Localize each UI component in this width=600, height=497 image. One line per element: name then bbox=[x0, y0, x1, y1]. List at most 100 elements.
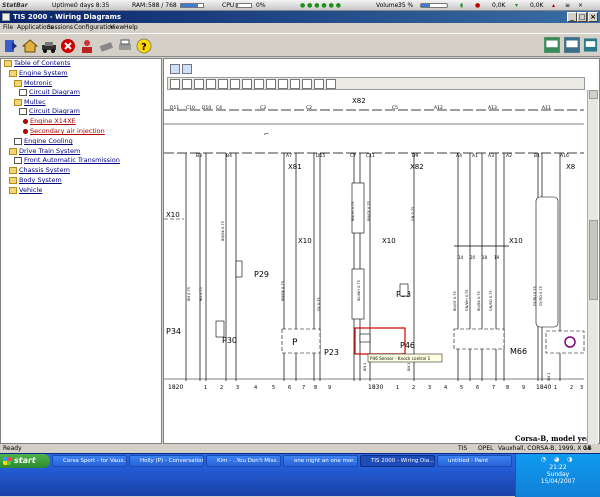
user-icon[interactable] bbox=[79, 38, 95, 54]
pin-label: A16 bbox=[560, 153, 569, 159]
undo-icon[interactable] bbox=[266, 79, 276, 89]
pin-label: C11 bbox=[366, 153, 375, 159]
menu-configuration[interactable]: Configuration bbox=[74, 23, 115, 33]
wire-label: BU 0.75 bbox=[199, 287, 203, 301]
maximize-button[interactable]: □ bbox=[577, 12, 587, 22]
minimize-button[interactable]: _ bbox=[567, 12, 577, 22]
statbar-logo: StatBar bbox=[2, 2, 28, 9]
statbar-close-icon[interactable]: × bbox=[578, 0, 583, 11]
vertical-scroll-thumb[interactable] bbox=[589, 220, 598, 300]
tree-item-label: Drive Train System bbox=[19, 147, 81, 155]
grid-number: 3 bbox=[236, 385, 239, 391]
tree-item[interactable]: Motronic bbox=[14, 79, 52, 88]
sensor-symbol bbox=[235, 260, 243, 278]
tree-item[interactable]: Table of Contents bbox=[4, 59, 70, 68]
app-icon bbox=[2, 13, 10, 21]
zoom-fit-icon[interactable] bbox=[218, 79, 228, 89]
menu-sessions[interactable]: Sessions bbox=[47, 23, 73, 33]
tree-item[interactable]: Engine X14XE bbox=[23, 117, 76, 126]
menu-view[interactable]: View bbox=[110, 23, 124, 33]
mute-icon[interactable]: ● bbox=[475, 0, 480, 11]
module-icon-3[interactable] bbox=[583, 36, 598, 54]
taskbar: start Corsa Sport - for Vaux... Holly (P)… bbox=[0, 453, 600, 497]
menu-icon[interactable]: ≡ bbox=[565, 0, 570, 11]
tree-item[interactable]: Engine System bbox=[9, 69, 68, 78]
tree-item[interactable]: Chassis System bbox=[9, 166, 70, 175]
stop-icon[interactable] bbox=[60, 38, 76, 54]
tree-item[interactable]: Vehicle bbox=[9, 186, 42, 195]
wire-label: BN/BK 0.75 bbox=[221, 221, 225, 241]
tools-icon[interactable] bbox=[98, 38, 114, 54]
volume-slider[interactable] bbox=[420, 3, 448, 8]
zoom-in-icon[interactable] bbox=[182, 79, 192, 89]
vertical-scrollbar[interactable] bbox=[587, 90, 598, 444]
home-icon[interactable] bbox=[22, 38, 38, 54]
connector-label: X10 bbox=[166, 211, 180, 219]
car-icon[interactable] bbox=[41, 38, 57, 54]
back-icon[interactable] bbox=[170, 64, 180, 74]
connector-label: X10 bbox=[382, 237, 396, 245]
clock-date: 15/04/2007 bbox=[540, 478, 576, 485]
taskbar-button[interactable]: Corsa Sport - for Vaux... bbox=[52, 455, 127, 467]
rotate-right-icon[interactable] bbox=[254, 79, 264, 89]
close-button[interactable]: × bbox=[588, 12, 598, 22]
exit-icon[interactable] bbox=[3, 38, 19, 54]
wire-label: GN 0.75 bbox=[411, 207, 415, 221]
clock-time: 21:22 bbox=[549, 464, 567, 471]
info-icon[interactable] bbox=[326, 79, 336, 89]
pin-label: C2 bbox=[306, 105, 312, 111]
taskbar-button[interactable]: untitled - Paint bbox=[437, 455, 512, 467]
cpu-meter-fill bbox=[237, 4, 238, 7]
tree-item[interactable]: Front Automatic Transmission bbox=[14, 156, 120, 165]
net-down-value: 0,0K bbox=[492, 2, 506, 9]
grid-number: 9 bbox=[328, 385, 331, 391]
fit-width-icon[interactable] bbox=[278, 79, 288, 89]
zoom-region-icon[interactable] bbox=[206, 79, 216, 89]
volume-label: Volume: bbox=[376, 2, 401, 9]
print-diagram-icon[interactable] bbox=[314, 79, 324, 89]
fit-window-icon[interactable] bbox=[302, 79, 312, 89]
start-button[interactable]: start bbox=[0, 454, 50, 468]
menu-file[interactable]: File bbox=[3, 23, 13, 33]
taskbar-button[interactable]: Kim - ..You Don't Miss... bbox=[206, 455, 281, 467]
tree-item-label: Engine System bbox=[19, 69, 68, 77]
tree-item[interactable]: Drive Train System bbox=[9, 147, 80, 156]
module-icon-2[interactable] bbox=[563, 36, 581, 54]
pin-number: 20 bbox=[470, 255, 476, 260]
menu-help[interactable]: Help bbox=[124, 23, 138, 33]
component-symbol: P bbox=[292, 338, 298, 348]
status-tis: TIS bbox=[458, 445, 468, 452]
print-icon[interactable] bbox=[117, 38, 133, 54]
connector-label: X10 bbox=[298, 237, 312, 245]
folder-icon bbox=[4, 60, 12, 67]
tree-item[interactable]: Circuit Diagram bbox=[19, 107, 80, 116]
tree-item-label: Vehicle bbox=[19, 186, 43, 194]
fit-height-icon[interactable] bbox=[290, 79, 300, 89]
wiring-diagram: D11 C10 D10 C4 C3 C2X82C5 A12 A13 A11⌐B3 B4 A7 D15 C… bbox=[164, 97, 585, 391]
taskbar-button[interactable]: Holly (P) - Conversation bbox=[129, 455, 204, 467]
tree-item[interactable]: Multec bbox=[14, 98, 46, 107]
forward-icon[interactable] bbox=[182, 64, 192, 74]
tree-item-label: Chassis System bbox=[19, 166, 70, 174]
wire-label: BK/WH 0.75 bbox=[357, 280, 361, 301]
zoom-out-icon[interactable] bbox=[194, 79, 204, 89]
document-icon bbox=[19, 89, 27, 96]
tree-item[interactable]: Secondary air injection bbox=[23, 127, 105, 136]
grid-number: 2 bbox=[412, 385, 415, 391]
taskbar-button[interactable]: one night an one mor... bbox=[283, 455, 358, 467]
tree-item[interactable]: Body System bbox=[9, 176, 62, 185]
pin-number: 19 bbox=[494, 255, 500, 260]
scroll-up-button[interactable] bbox=[589, 90, 598, 99]
tree-item[interactable]: Engine Cooling bbox=[14, 137, 73, 146]
help-icon[interactable]: ? bbox=[136, 38, 152, 54]
speaker-icon[interactable]: ◖ bbox=[460, 0, 463, 11]
zoom-page-icon[interactable] bbox=[230, 79, 240, 89]
rotate-left-icon[interactable] bbox=[242, 79, 252, 89]
pin-label: A4 bbox=[456, 153, 462, 159]
module-icon-1[interactable] bbox=[543, 36, 561, 54]
taskbar-button[interactable]: TIS 2000 - Wiring Dia... bbox=[360, 455, 435, 467]
pointer-icon[interactable] bbox=[170, 79, 180, 89]
window-titlebar: TIS 2000 - Wiring Diagrams _ □ × bbox=[0, 11, 600, 23]
tree-item[interactable]: Circuit Diagram bbox=[19, 88, 80, 97]
pin-number: 18 bbox=[482, 255, 488, 260]
